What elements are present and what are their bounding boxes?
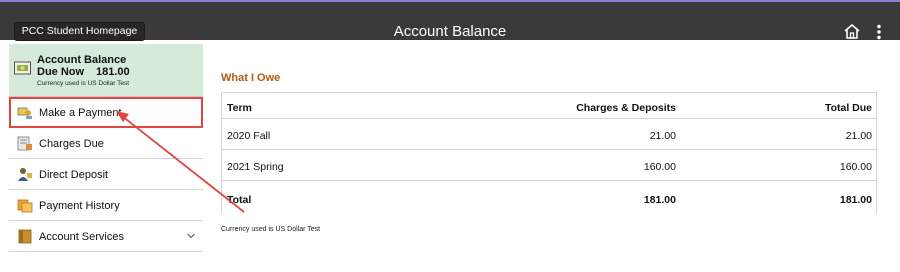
sidebar-item-direct-deposit[interactable]: Direct Deposit <box>9 159 203 190</box>
payment-icon <box>17 107 32 119</box>
column-header-charges: Charges & Deposits <box>576 102 676 114</box>
more-options-icon[interactable] <box>876 24 882 40</box>
sidebar: Account Balance Due Now 181.00 Currency … <box>9 44 203 272</box>
invoice-icon <box>17 136 32 151</box>
sidebar-item-payment-history[interactable]: Payment History <box>9 190 203 221</box>
money-icon <box>14 61 31 75</box>
chevron-down-icon[interactable] <box>187 233 195 239</box>
sidebar-item-label: Direct Deposit <box>39 169 109 181</box>
what-i-owe-table: Term Charges & Deposits Total Due 2020 F… <box>221 92 877 214</box>
home-icon[interactable] <box>843 23 861 40</box>
currency-note: Currency used is US Dollar Test <box>221 226 321 233</box>
what-i-owe-heading: What I Owe <box>221 72 281 84</box>
table-total-row: Total 181.00 181.00 <box>222 181 876 215</box>
page-title: Account Balance <box>393 23 507 40</box>
charges-cell: 21.00 <box>649 130 676 142</box>
total-due-cell: 160.00 <box>839 161 872 173</box>
column-header-total-due: Total Due <box>824 102 872 114</box>
total-due-sum-cell: 181.00 <box>839 194 872 206</box>
sidebar-item-account-services[interactable]: Account Services <box>9 221 203 252</box>
total-charges-cell: 181.00 <box>643 194 676 206</box>
table-header-row: Term Charges & Deposits Total Due <box>222 93 876 119</box>
deposit-icon <box>18 168 32 181</box>
table-row: 2020 Fall 21.00 21.00 <box>222 119 876 150</box>
total-label-cell: Total <box>227 194 252 206</box>
due-now-label: Due Now <box>37 66 85 78</box>
table-row: 2021 Spring 160.00 160.00 <box>222 150 876 181</box>
due-now-amount: 181.00 <box>96 66 130 78</box>
summary-title: Account Balance <box>37 54 127 66</box>
services-icon <box>18 229 32 244</box>
charges-cell: 160.00 <box>643 161 676 173</box>
summary-currency-note: Currency used is US Dollar Test <box>37 80 129 87</box>
top-bar: PCC Student Homepage Account Balance <box>0 0 900 41</box>
sidebar-item-charges-due[interactable]: Charges Due <box>9 128 203 159</box>
history-icon <box>17 199 33 213</box>
account-balance-summary[interactable]: Account Balance Due Now 181.00 Currency … <box>9 44 203 97</box>
term-cell: 2021 Spring <box>227 161 284 173</box>
sidebar-item-label: Make a Payment <box>39 107 122 119</box>
total-due-cell: 21.00 <box>845 130 872 142</box>
sidebar-item-make-a-payment[interactable]: Make a Payment <box>9 97 203 128</box>
sidebar-item-label: Payment History <box>39 200 120 212</box>
column-header-term: Term <box>227 102 252 114</box>
sidebar-item-label: Charges Due <box>39 138 104 150</box>
term-cell: 2020 Fall <box>227 130 271 142</box>
sidebar-item-label: Account Services <box>39 231 124 243</box>
